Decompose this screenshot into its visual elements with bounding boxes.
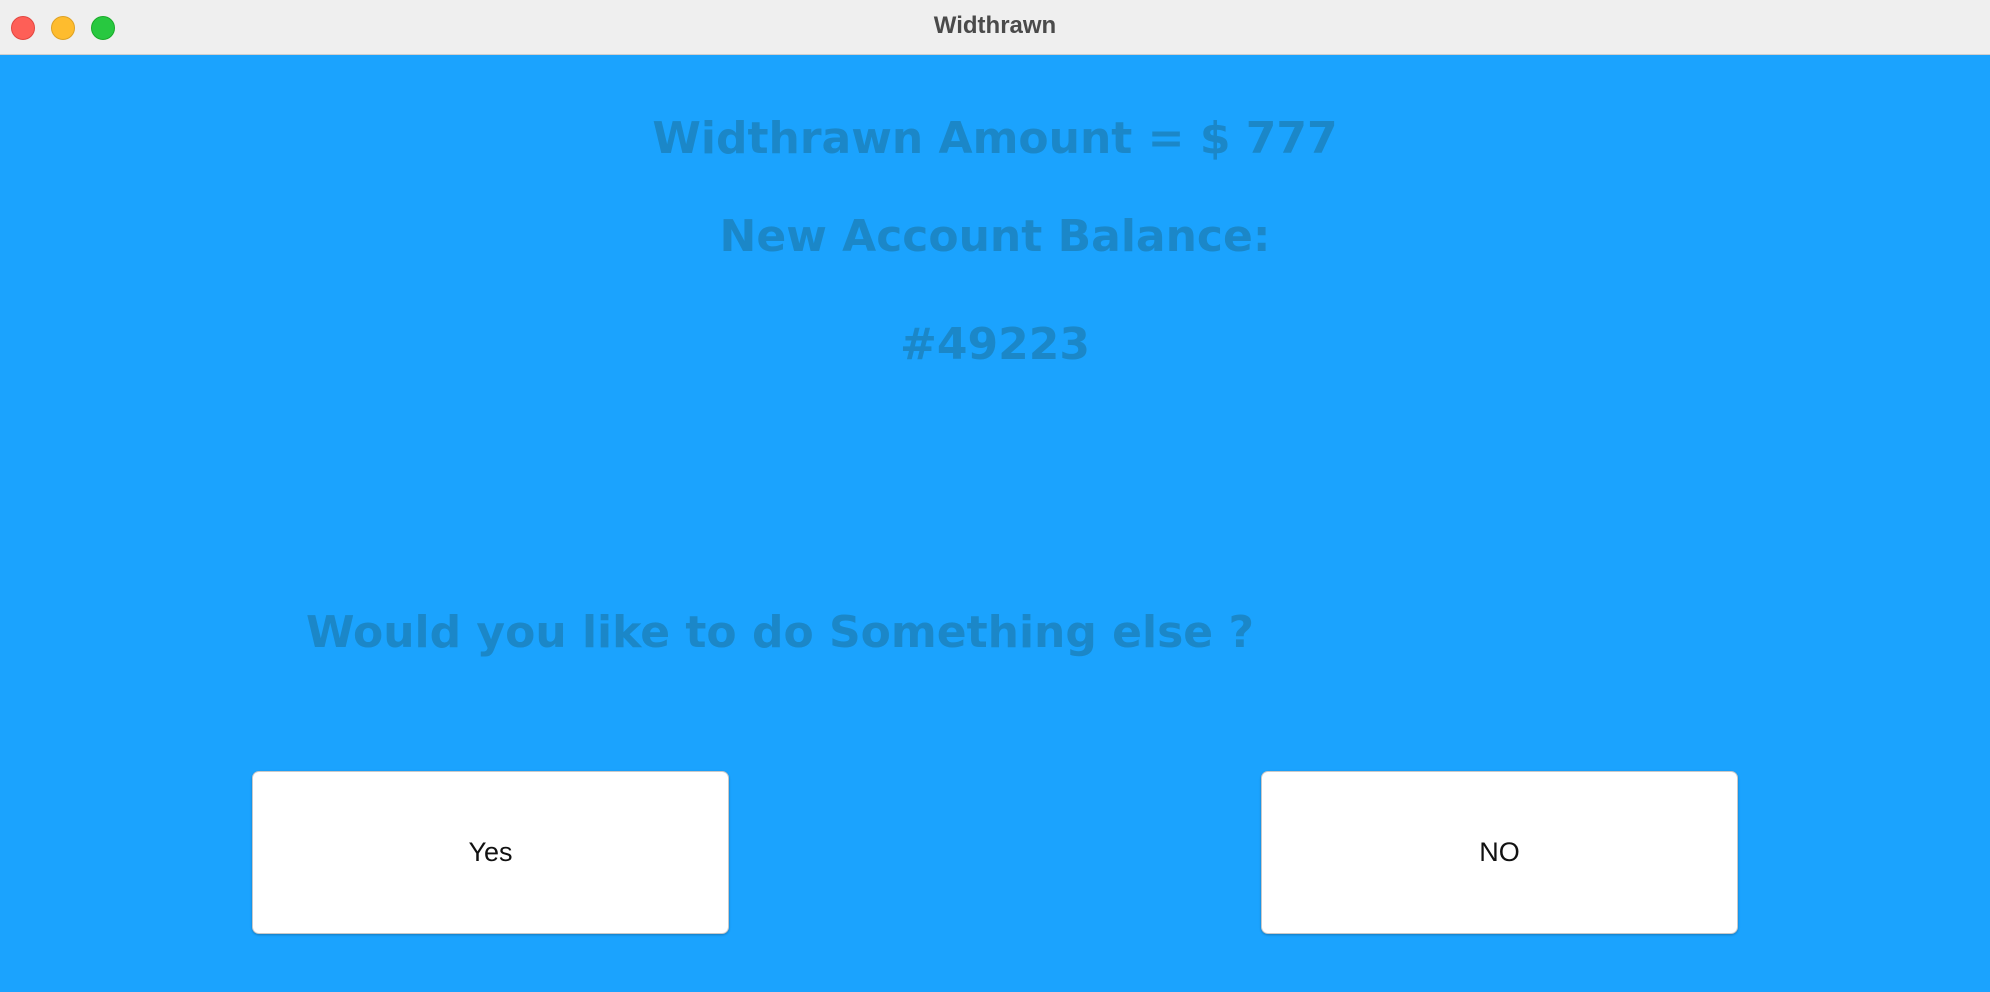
no-button-label: NO [1479,837,1520,867]
main-content: Widthrawn Amount = $ 777 New Account Bal… [0,55,1990,992]
title-bar[interactable]: Widthrawn [0,0,1990,55]
window-title: Widthrawn [933,12,1057,39]
new-balance-label: New Account Balance: [719,211,1271,262]
yes-button[interactable]: Yes [252,771,729,934]
app-window: Widthrawn Widthrawn Amount = $ 777 New A… [0,0,1990,992]
new-balance-value: #49223 [900,319,1090,370]
continue-question: Would you like to do Something else ? [306,607,1254,658]
withdrawn-amount-text: Widthrawn Amount = $ 777 [652,113,1338,164]
no-button[interactable]: NO [1261,771,1738,934]
yes-button-label: Yes [468,837,513,867]
